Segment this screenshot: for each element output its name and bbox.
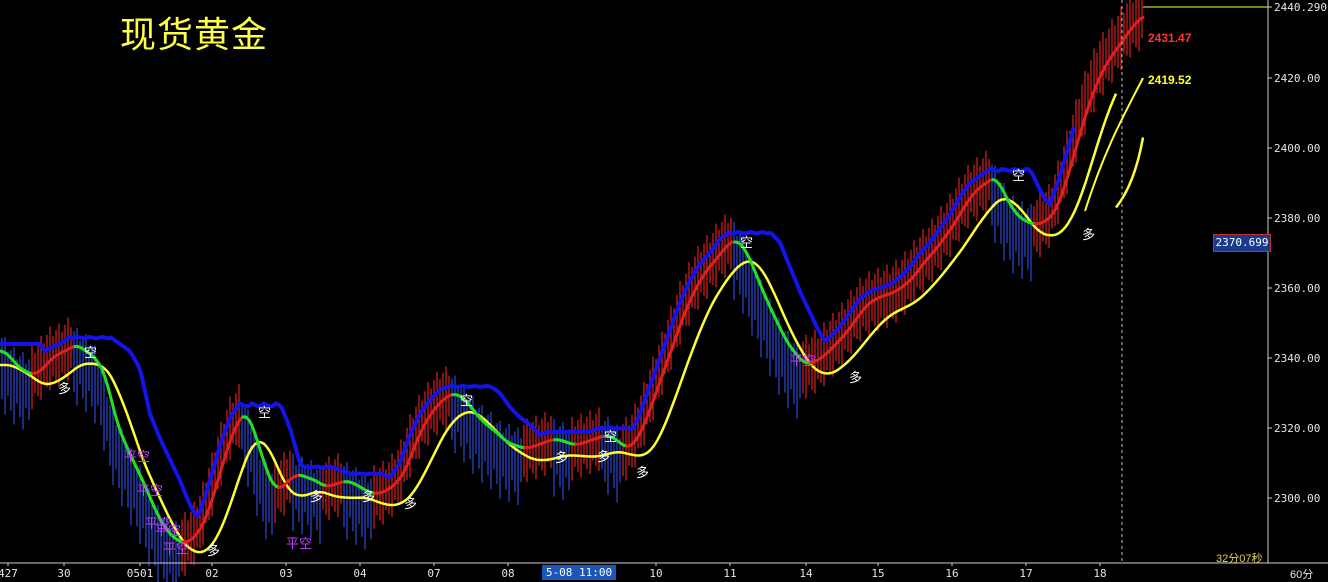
current-price-label: 2370.699: [1213, 234, 1271, 252]
fast-line-segment: [220, 455, 227, 469]
price-chart[interactable]: 2440.290 2420.00 2400.00 2380.00 2360.00 2340…: [0, 0, 1328, 582]
signal-marker: 空: [258, 406, 272, 421]
signal-marker: 多: [1082, 228, 1096, 243]
fast-line-segment: [1075, 132, 1082, 146]
x-tick-label: 07: [427, 567, 440, 580]
signal-marker: 平空: [137, 484, 164, 499]
red-price-label: 2431.47: [1148, 31, 1192, 45]
signal-marker: 空: [740, 236, 754, 251]
signal-marker: 平空: [163, 542, 190, 557]
x-tick-label: 16: [945, 567, 958, 580]
countdown-timer: 32分07秒: [1216, 553, 1263, 565]
slow-line-projection: [1115, 137, 1145, 209]
slow-line: [0, 93, 1118, 554]
y-tick-label: 2300.00: [1274, 492, 1320, 505]
x-tick-label: 14: [799, 567, 813, 580]
signal-marker: 多: [207, 544, 221, 559]
x-tick-label: 18: [1093, 567, 1106, 580]
fast-line-segment: [1138, 16, 1145, 21]
fast-line-segment: [211, 485, 218, 499]
band-upper-line: [0, 126, 1076, 519]
candle-bars: [1, 0, 1143, 582]
signal-marker: 多: [404, 497, 418, 512]
signal-marker: 空: [460, 394, 474, 409]
signal-marker: 多: [555, 451, 569, 466]
x-tick-label: 03: [279, 567, 292, 580]
signal-marker: 多: [310, 490, 324, 505]
signal-marker: 空: [1012, 169, 1026, 184]
signal-marker: 空: [604, 430, 618, 445]
x-tick-label: 04: [353, 567, 367, 580]
x-tick-label: 08: [501, 567, 514, 580]
signal-marker: 多: [849, 371, 863, 386]
signal-marker: 空: [84, 346, 98, 361]
y-tick-label: 2440.290: [1274, 1, 1327, 14]
signal-marker: 多: [597, 450, 611, 465]
signal-marker: 多: [362, 490, 376, 505]
fast-line-segment: [103, 375, 110, 389]
yellow-price-label: 2419.52: [1148, 73, 1192, 87]
chart-title: 现货黄金: [120, 15, 269, 56]
axes: 2440.290 2420.00 2400.00 2380.00 2360.00 2340…: [0, 0, 1328, 580]
highlighted-x-label: 5-08 11:00: [542, 565, 616, 580]
signal-marker: 平空: [155, 524, 182, 539]
signal-marker: 平空: [124, 450, 151, 465]
fast-line-segment: [106, 385, 113, 400]
signal-marker: 平空: [286, 537, 313, 552]
x-tick-label: 10: [649, 567, 662, 580]
x-tick-label: 02: [205, 567, 218, 580]
period-label[interactable]: 60分: [1290, 566, 1313, 582]
fast-line-segment: [112, 408, 119, 423]
y-tick-label: 2360.00: [1274, 282, 1320, 295]
x-tick-label: 11: [723, 567, 736, 580]
fast-line-segment: [1066, 163, 1073, 177]
x-tick-label: 427: [0, 567, 18, 580]
signal-marker: 多: [636, 466, 650, 481]
y-tick-label: 2320.00: [1274, 422, 1320, 435]
fast-line-segment: [109, 396, 116, 412]
y-tick-label: 2420.00: [1274, 72, 1320, 85]
x-tick-label: 15: [871, 567, 884, 580]
fast-line-segment: [256, 441, 263, 454]
x-tick-label: 30: [57, 567, 70, 580]
x-tick-label: 17: [1019, 567, 1032, 580]
y-tick-label: 2380.00: [1274, 212, 1320, 225]
y-tick-label: 2340.00: [1274, 352, 1320, 365]
signal-marker: 平空: [790, 354, 817, 369]
y-tick-label: 2400.00: [1274, 142, 1320, 155]
x-tick-label: 0501: [127, 567, 154, 580]
signal-marker: 多: [58, 382, 72, 397]
